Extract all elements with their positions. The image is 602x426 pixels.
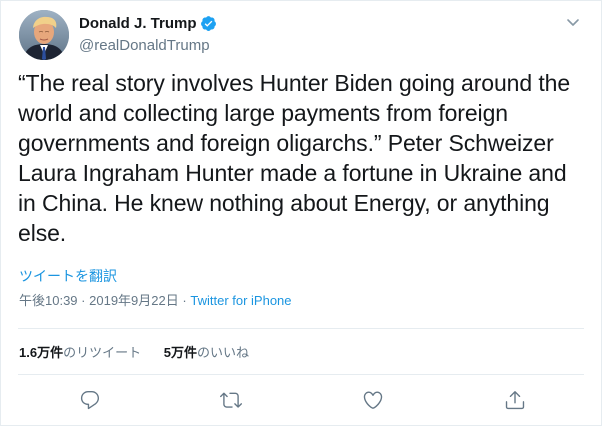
- like-icon[interactable]: [362, 389, 384, 411]
- retweets-stat[interactable]: 1.6万件のリツイート: [19, 344, 141, 362]
- tweet-meta: 午後10:39 · 2019年9月22日 · Twitter for iPhon…: [19, 292, 292, 310]
- tweet-date[interactable]: 2019年9月22日: [89, 293, 179, 308]
- tweet-card: Donald J. Trump @realDonaldTrump “The re…: [0, 0, 602, 426]
- share-icon[interactable]: [504, 389, 526, 411]
- retweets-count: 1.6万件: [19, 345, 64, 360]
- divider: [18, 328, 584, 329]
- likes-stat[interactable]: 5万件のいいね: [164, 344, 249, 362]
- display-name[interactable]: Donald J. Trump: [79, 14, 197, 34]
- tweet-stats: 1.6万件のリツイート 5万件のいいね: [19, 344, 268, 362]
- retweet-icon[interactable]: [220, 389, 242, 411]
- tweet-time[interactable]: 午後10:39: [19, 293, 78, 308]
- tweet-text: “The real story involves Hunter Biden go…: [18, 70, 577, 246]
- retweets-label: のリツイート: [63, 345, 142, 360]
- chevron-down-icon[interactable]: [565, 14, 581, 30]
- likes-count: 5万件: [163, 345, 197, 360]
- tweet-source[interactable]: Twitter for iPhone: [190, 293, 291, 308]
- author-info[interactable]: Donald J. Trump @realDonaldTrump: [79, 13, 217, 56]
- verified-badge-icon: [200, 15, 217, 32]
- tweet-actions: [1, 386, 602, 416]
- handle[interactable]: @realDonaldTrump: [79, 35, 217, 56]
- avatar[interactable]: [19, 10, 69, 60]
- reply-icon[interactable]: [79, 389, 101, 411]
- likes-label: のいいね: [196, 345, 249, 360]
- display-name-row: Donald J. Trump: [79, 13, 217, 34]
- translate-tweet-link[interactable]: ツイートを翻訳: [19, 267, 117, 285]
- meta-separator: ·: [81, 293, 86, 308]
- divider: [18, 374, 584, 375]
- tweet-header: Donald J. Trump @realDonaldTrump: [18, 9, 584, 61]
- profile-photo-icon: [19, 10, 69, 60]
- meta-separator: ·: [182, 293, 187, 308]
